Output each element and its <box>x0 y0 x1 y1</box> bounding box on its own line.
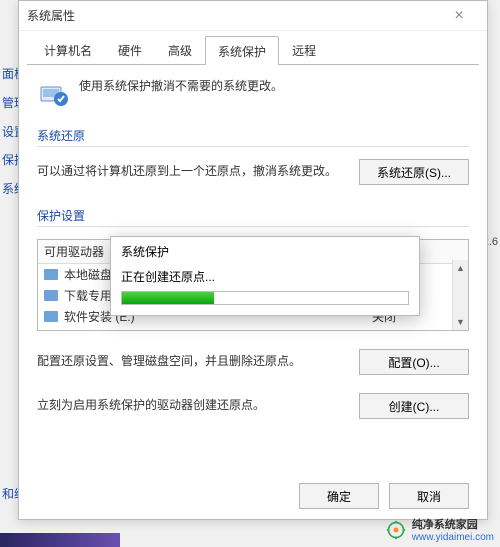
popup-message: 正在创建还原点... <box>111 266 419 291</box>
tab-strip: 计算机名 硬件 高级 系统保护 远程 <box>19 31 487 64</box>
drive-icon <box>44 311 58 322</box>
sidebar-item[interactable]: 设置 <box>0 118 18 147</box>
section-title-protection: 保护设置 <box>37 207 469 224</box>
tab-hardware[interactable]: 硬件 <box>105 35 155 64</box>
gear-icon <box>386 520 406 540</box>
create-button[interactable]: 创建(C)... <box>359 393 469 419</box>
progress-fill <box>122 292 214 304</box>
tab-advanced[interactable]: 高级 <box>155 35 205 64</box>
system-restore-button[interactable]: 系统还原(S)... <box>359 159 469 185</box>
create-description: 立刻为启用系统保护的驱动器创建还原点。 <box>37 396 345 415</box>
restore-description: 可以通过将计算机还原到上一个还原点，撤消系统更改。 <box>37 162 345 181</box>
popup-title: 系统保护 <box>111 237 419 266</box>
configure-button[interactable]: 配置(O)... <box>359 349 469 375</box>
dialog-footer: 确定 取消 <box>299 483 469 509</box>
tab-computer-name[interactable]: 计算机名 <box>31 35 105 64</box>
titlebar: 系统属性 × <box>19 1 487 31</box>
sidebar-item[interactable]: 系统还原 <box>0 175 18 204</box>
scroll-down-icon[interactable]: ▼ <box>453 314 468 330</box>
brand-name: 纯净系统家园 <box>412 516 494 532</box>
taskbar-fragment <box>0 533 120 547</box>
watermark: 纯净系统家园 www.yidaimei.com <box>386 516 494 543</box>
dialog-title: 系统属性 <box>27 7 75 24</box>
cancel-button[interactable]: 取消 <box>389 483 469 509</box>
configure-description: 配置还原设置、管理磁盘空间，并且删除还原点。 <box>37 352 345 371</box>
system-protection-icon <box>37 77 69 109</box>
drive-status: 关闭 <box>372 329 462 331</box>
sidebar-item[interactable]: 管理器 <box>0 89 18 118</box>
parent-sidebar: 面板主页 管理器 设置 保护 系统还原 和维 <box>0 60 18 204</box>
sidebar-item[interactable]: 保护 <box>0 146 18 175</box>
tab-system-protection[interactable]: 系统保护 <box>205 36 279 65</box>
tab-remote[interactable]: 远程 <box>279 35 329 64</box>
drive-name: 其他文件 (F:) <box>64 329 372 331</box>
drive-icon <box>44 269 58 280</box>
progress-popup: 系统保护 正在创建还原点... <box>110 236 420 316</box>
scroll-up-icon[interactable]: ▲ <box>453 260 468 276</box>
close-icon: × <box>454 7 463 25</box>
ok-button[interactable]: 确定 <box>299 483 379 509</box>
drives-scrollbar[interactable]: ▲ ▼ <box>452 260 468 330</box>
sidebar-item[interactable]: 面板主页 <box>0 60 18 89</box>
section-title-restore: 系统还原 <box>37 127 469 144</box>
drive-row[interactable]: 其他文件 (F:) 关闭 <box>38 327 468 331</box>
close-button[interactable]: × <box>439 2 479 30</box>
intro-text: 使用系统保护撤消不需要的系统更改。 <box>79 77 283 94</box>
brand-url[interactable]: www.yidaimei.com <box>412 532 494 543</box>
progress-bar <box>121 291 409 305</box>
drive-icon <box>44 290 58 301</box>
